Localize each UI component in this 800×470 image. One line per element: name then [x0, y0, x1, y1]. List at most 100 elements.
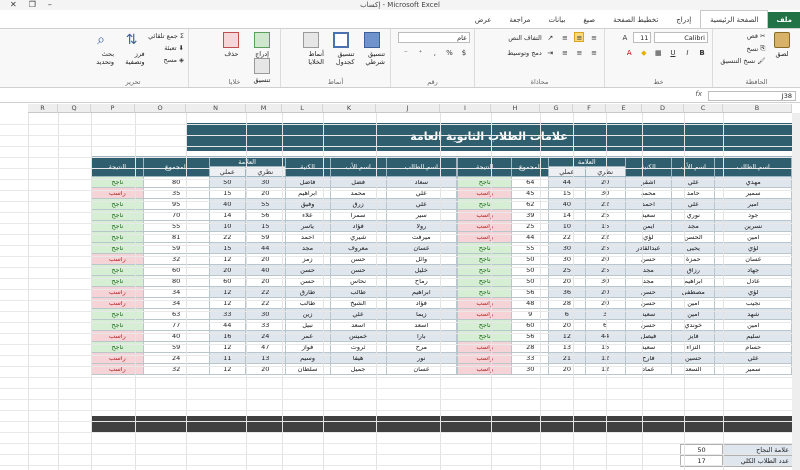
align-right-icon[interactable]: ≡ [589, 48, 599, 58]
comma-button[interactable]: , [430, 48, 440, 58]
tab-insert[interactable]: إدراج [667, 12, 700, 28]
gridline [0, 289, 792, 290]
column-header-d[interactable]: D [642, 104, 684, 113]
format-painter-button[interactable]: 🖌 نسخ التنسيق [720, 57, 765, 65]
gridline [0, 344, 792, 345]
ribbon-tabs: ملف الصفحة الرئيسية إدراج تخطيط الصفحة ص… [0, 10, 800, 28]
align-top-icon[interactable]: ≡ [589, 33, 599, 43]
orientation-icon[interactable]: ↗ [545, 33, 555, 43]
percent-button[interactable]: % [444, 48, 454, 58]
font-color-icon[interactable]: A [624, 48, 634, 58]
number-format-select[interactable]: عام [398, 32, 470, 43]
gridline [0, 212, 792, 213]
row-header-strip[interactable] [792, 113, 800, 470]
formula-bar: J38 fx [0, 89, 800, 103]
fill-color-icon[interactable]: ◆ [639, 48, 649, 58]
align-bottom-icon[interactable]: ≡ [560, 33, 570, 43]
copy-button[interactable]: ⎘ نسخ [720, 44, 765, 53]
align-middle-icon[interactable]: ≡ [574, 32, 585, 42]
font-size-select[interactable]: 11 [633, 32, 652, 43]
header-mark: العلامة [208, 156, 286, 167]
gridline [0, 234, 792, 235]
column-header-g[interactable]: G [540, 104, 573, 113]
insert-cells-button[interactable]: إدراج [249, 32, 275, 58]
autosum-button[interactable]: Σ جمع تلقائي [148, 32, 184, 40]
delete-cells-icon [223, 32, 240, 48]
delete-cells-button[interactable]: حذف [218, 32, 244, 58]
gridline [723, 113, 724, 470]
grow-font-icon[interactable]: A [620, 33, 630, 43]
header-father: اسم الأب [329, 156, 387, 177]
gridline [246, 113, 247, 470]
clear-button[interactable]: ◈ مسح [148, 56, 184, 64]
header-student: اسم الطالب [714, 156, 792, 177]
sort-filter-button[interactable]: ⇅ فرز وتصفية [119, 32, 144, 66]
column-header-e[interactable]: E [606, 104, 642, 113]
tab-formulas[interactable]: صيغ [574, 12, 604, 28]
column-header-j[interactable]: J [376, 104, 440, 113]
find-select-button[interactable]: ⌕ بحث وتحديد [88, 32, 114, 66]
decrease-decimal-icon[interactable]: ⁻ [401, 48, 411, 58]
column-header-c[interactable]: C [684, 104, 723, 113]
name-box[interactable]: J38 [708, 91, 796, 101]
column-header-n[interactable]: N [186, 104, 246, 113]
gridline [282, 113, 283, 470]
fill-button[interactable]: ⬇ تعبئة [148, 44, 184, 52]
tab-home[interactable]: الصفحة الرئيسية [700, 10, 769, 28]
tab-page-layout[interactable]: تخطيط الصفحة [604, 12, 667, 28]
gridline [0, 443, 792, 444]
column-header-k[interactable]: K [323, 104, 376, 113]
column-header-o[interactable]: O [135, 104, 186, 113]
column-header-m[interactable]: M [246, 104, 282, 113]
column-header-h[interactable]: H [491, 104, 540, 113]
align-left-icon[interactable]: ≡ [560, 48, 570, 58]
merge-center-button[interactable]: دمج وتوسيط [507, 49, 542, 57]
cell-styles-icon [302, 32, 319, 48]
gridline [642, 113, 643, 470]
gridline [28, 113, 29, 470]
tab-review[interactable]: مراجعة [500, 12, 539, 28]
gridline [0, 201, 792, 202]
header-total: المجموع [142, 156, 210, 177]
cut-button[interactable]: ✂ قص [720, 32, 766, 40]
gridline [58, 113, 59, 470]
format-as-table-button[interactable]: تنسيق كجدول [328, 32, 354, 66]
column-header-b[interactable]: B [723, 104, 792, 113]
gridline [186, 113, 187, 470]
cell-styles-button[interactable]: أنماط الخلايا [298, 32, 324, 66]
gridline [440, 113, 441, 470]
fx-icon[interactable]: fx [695, 90, 702, 98]
gridline [0, 278, 792, 279]
worksheet-grid[interactable]: علامات الطلاب الثانوية العامة اسم الطالب… [0, 104, 800, 470]
tab-file[interactable]: ملف [768, 12, 800, 28]
column-header-f[interactable]: F [573, 104, 606, 113]
copy-icon: ⎘ [760, 44, 766, 52]
column-header-l[interactable]: L [282, 104, 323, 113]
column-header-i[interactable]: I [440, 104, 491, 113]
font-name-select[interactable]: Calibri [654, 32, 708, 43]
italic-button[interactable]: I [682, 48, 692, 58]
paste-icon [774, 32, 790, 48]
underline-button[interactable]: U [668, 48, 678, 58]
column-header-r[interactable]: R [28, 104, 58, 113]
borders-icon[interactable]: ▦ [653, 48, 663, 58]
column-header-q[interactable]: Q [58, 104, 91, 113]
indent-icon[interactable]: ⇥ [545, 48, 555, 58]
table-footer-bar [91, 416, 792, 432]
align-center-icon[interactable]: ≡ [574, 48, 584, 58]
conditional-format-button[interactable]: تنسيق شرطي [359, 32, 385, 66]
sigma-icon: Σ [179, 32, 184, 40]
font-group: Calibri 11 A B I U ▦ ◆ A خط [604, 29, 712, 87]
paste-button[interactable]: لصق [769, 32, 795, 58]
tab-view[interactable]: عرض [466, 12, 501, 28]
increase-decimal-icon[interactable]: ⁺ [415, 48, 425, 58]
currency-icon[interactable]: $ [459, 48, 469, 58]
tab-data[interactable]: بيانات [539, 12, 574, 28]
editing-group: Σ جمع تلقائي ⬇ تعبئة ◈ مسح ⇅ فرز وتصفية ⌕ بحث… [78, 29, 188, 87]
wrap-text-button[interactable]: التفاف النص [508, 34, 542, 42]
sort-icon: ⇅ [125, 32, 138, 48]
column-header-p[interactable]: P [91, 104, 135, 113]
gridline [0, 135, 792, 136]
alignment-group: ≡ ≡ ≡ ↗ التفاف النص ≡ ≡ ≡ ⇥ دمج وتوسيط م… [474, 29, 604, 87]
bold-button[interactable]: B [697, 48, 707, 58]
